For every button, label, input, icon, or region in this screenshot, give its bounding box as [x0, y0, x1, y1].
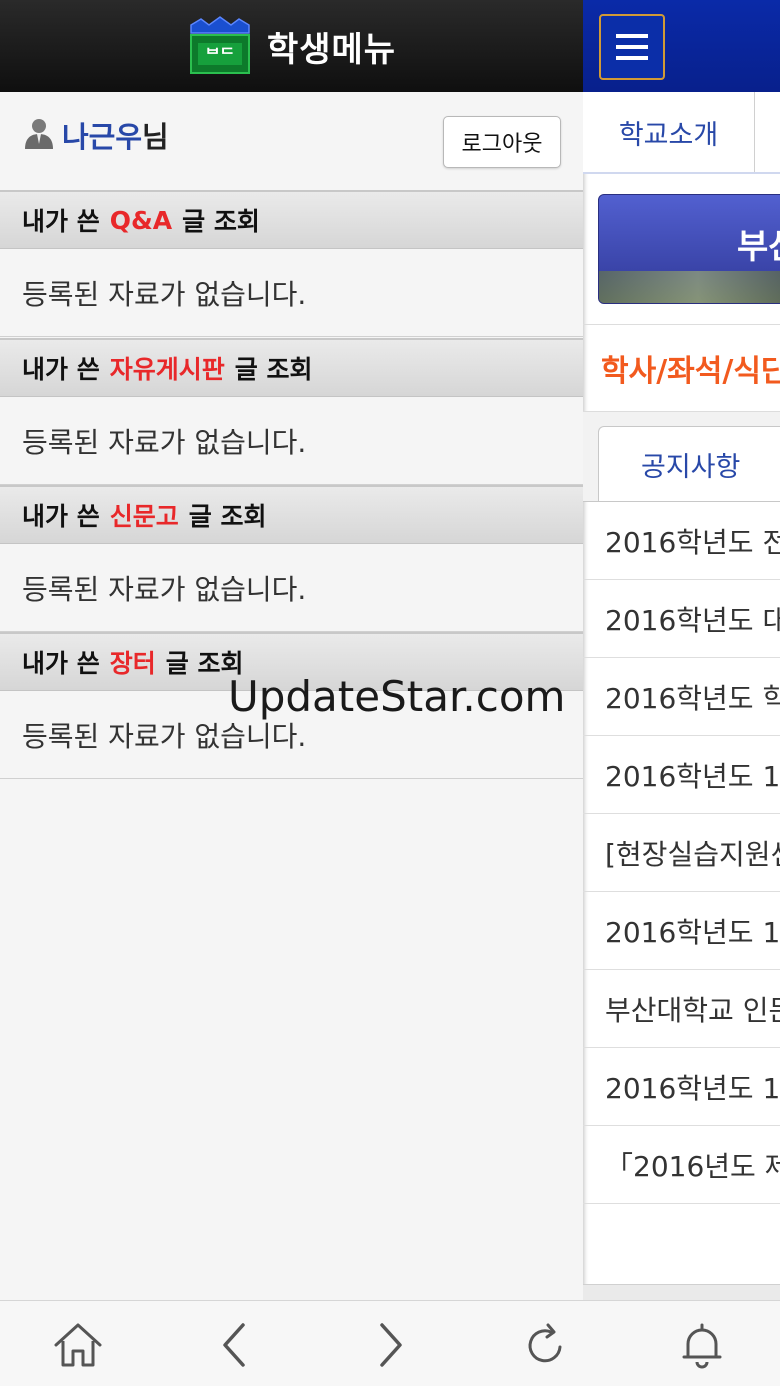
section-suffix: 글 조회 — [182, 207, 260, 236]
main-header — [583, 0, 780, 92]
nav-bar: 학교소개 — [583, 92, 780, 174]
drawer-title: 학생메뉴 — [266, 29, 397, 70]
section-header-free-board[interactable]: 내가 쓴 자유게시판 글 조회 — [0, 338, 583, 397]
section-highlight: 장터 — [109, 649, 156, 678]
tab-notices[interactable]: 공지사항 — [598, 426, 780, 502]
logout-button[interactable]: 로그아웃 — [443, 116, 561, 168]
user-greeting: 나근우님 — [62, 114, 169, 156]
section-free-board: 내가 쓴 자유게시판 글 조회 등록된 자료가 없습니다. — [0, 338, 583, 485]
user-suffix: 님 — [142, 120, 169, 154]
section-prefix: 내가 쓴 — [22, 355, 100, 384]
list-item[interactable]: 2016학년도 대 — [583, 580, 780, 658]
nav-tab-school-intro[interactable]: 학교소개 — [583, 92, 755, 172]
list-item[interactable]: 2016학년도 1학 — [583, 892, 780, 970]
pnu-logo-icon: ᄇᄃ — [187, 15, 253, 77]
empty-message: 등록된 자료가 없습니다. — [0, 544, 583, 632]
list-item[interactable]: 2016학년도 1학 — [583, 736, 780, 814]
drawer-header: ᄇᄃ 학생메뉴 — [0, 0, 583, 92]
list-item[interactable]: 「2016년도 제8 — [583, 1126, 780, 1204]
list-item[interactable]: [현장실습지원센 — [583, 814, 780, 892]
banner-image — [599, 271, 780, 303]
empty-message: 등록된 자료가 없습니다. — [0, 397, 583, 485]
notice-list: 2016학년도 전 2016학년도 대 2016학년도 학 2016학년도 1학… — [583, 501, 780, 1204]
main-page: 학교소개 부산 학사/좌석/식단 공지사항 2016학년도 전 2016학년도 … — [583, 0, 780, 1300]
list-item[interactable]: 2016학년도 전 — [583, 502, 780, 580]
hamburger-menu-icon[interactable] — [599, 14, 665, 80]
home-icon[interactable] — [50, 1317, 106, 1373]
watermark: UpdateStar.com — [228, 672, 566, 721]
student-menu-drawer: ᄇᄃ 학생메뉴 나근우님 로그아웃 내가 쓴 Q&A 글 조회 등록된 자료가 … — [0, 0, 583, 1300]
section-prefix: 내가 쓴 — [22, 649, 100, 678]
forward-icon[interactable] — [362, 1317, 418, 1373]
user-name: 나근우 — [62, 120, 143, 154]
section-petition: 내가 쓴 신문고 글 조회 등록된 자료가 없습니다. — [0, 485, 583, 632]
list-item[interactable]: 부산대학교 인문 — [583, 970, 780, 1048]
svg-text:ᄇᄃ: ᄇᄃ — [205, 45, 234, 64]
list-item[interactable]: 2016학년도 1학 — [583, 1048, 780, 1126]
section-suffix: 글 조회 — [188, 502, 267, 531]
section-prefix: 내가 쓴 — [22, 502, 100, 531]
section-qna: 내가 쓴 Q&A 글 조회 등록된 자료가 없습니다. — [0, 190, 583, 337]
person-icon — [22, 116, 56, 154]
refresh-icon[interactable] — [518, 1317, 574, 1373]
section-highlight: Q&A — [109, 205, 173, 235]
section-highlight: 신문고 — [109, 502, 179, 531]
bell-icon[interactable] — [674, 1317, 730, 1373]
section-header-petition[interactable]: 내가 쓴 신문고 글 조회 — [0, 485, 583, 544]
main-footer-strip — [583, 1284, 780, 1300]
section-prefix: 내가 쓴 — [22, 207, 100, 236]
quicklinks-link[interactable]: 학사/좌석/식단 — [583, 324, 780, 412]
section-suffix: 글 조회 — [234, 355, 313, 384]
university-banner[interactable]: 부산 — [598, 194, 780, 304]
section-highlight: 자유게시판 — [109, 355, 225, 384]
banner-text: 부산 — [737, 227, 780, 267]
browser-bottom-bar — [0, 1300, 780, 1386]
section-header-qna[interactable]: 내가 쓴 Q&A 글 조회 — [0, 190, 583, 249]
back-icon[interactable] — [207, 1317, 263, 1373]
list-item[interactable]: 2016학년도 학 — [583, 658, 780, 736]
empty-message: 등록된 자료가 없습니다. — [0, 249, 583, 337]
